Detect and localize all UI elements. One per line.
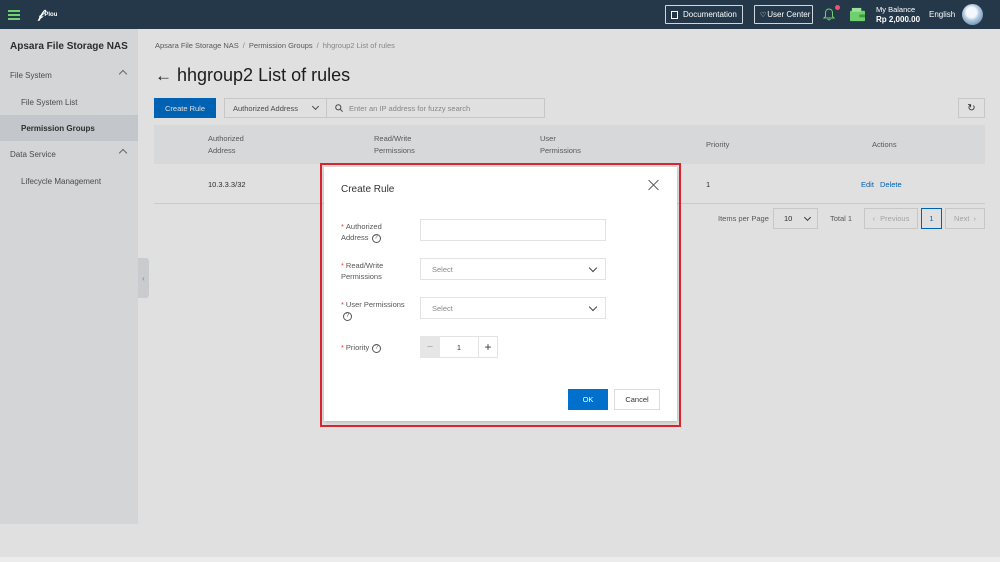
- top-bar: 𝒻 Plou Documentation ♡ User Center My Bal…: [0, 0, 1000, 29]
- chevron-down-icon: [588, 302, 598, 312]
- bottom-strip: [0, 557, 1000, 562]
- help-icon[interactable]: ?: [343, 311, 352, 321]
- close-icon[interactable]: [647, 178, 661, 192]
- read-write-permissions-select[interactable]: Select: [420, 258, 606, 280]
- authorized-address-label: * Authorized Address?: [341, 222, 382, 243]
- decrement-button[interactable]: −: [420, 336, 440, 358]
- cancel-button[interactable]: Cancel: [614, 389, 660, 410]
- user-center-icon: ♡: [760, 11, 767, 19]
- user-permissions-label: * User Permissions ?: [341, 300, 405, 321]
- priority-stepper: − 1 +: [420, 336, 498, 358]
- ok-button[interactable]: OK: [568, 389, 608, 410]
- balance-display[interactable]: My Balance Rp 2,000.00: [876, 0, 920, 29]
- user-center-button[interactable]: ♡ User Center: [754, 5, 813, 24]
- logo-text: Plou: [44, 11, 58, 18]
- notification-dot: [835, 5, 840, 10]
- documentation-label: Documentation: [683, 10, 737, 19]
- increment-button[interactable]: +: [478, 336, 498, 358]
- select-placeholder: Select: [432, 264, 453, 274]
- priority-value[interactable]: 1: [440, 336, 478, 358]
- menu-icon[interactable]: [8, 0, 22, 29]
- read-write-permissions-label: * Read/Write Permissions: [341, 261, 384, 281]
- wallet-icon[interactable]: [849, 0, 867, 29]
- user-permissions-select[interactable]: Select: [420, 297, 606, 319]
- document-icon: [671, 10, 678, 19]
- user-center-label: User Center: [767, 10, 811, 19]
- chevron-down-icon: [588, 263, 598, 273]
- balance-label: My Balance: [876, 4, 916, 14]
- balance-value: Rp 2,000.00: [876, 14, 921, 24]
- notification-bell-icon[interactable]: [823, 0, 840, 29]
- dialog-title: Create Rule: [341, 184, 395, 195]
- create-rule-dialog: Create Rule * Authorized Address? * Read/W…: [324, 167, 677, 421]
- help-icon[interactable]: ?: [372, 343, 382, 353]
- priority-label: * Priority?: [341, 342, 416, 353]
- help-icon[interactable]: ?: [371, 233, 381, 243]
- logo[interactable]: 𝒻 Plou: [38, 0, 57, 29]
- authorized-address-input[interactable]: [420, 219, 606, 241]
- select-placeholder: Select: [432, 303, 453, 313]
- avatar[interactable]: [962, 4, 983, 25]
- language-switcher[interactable]: English: [929, 0, 955, 29]
- documentation-button[interactable]: Documentation: [665, 5, 743, 24]
